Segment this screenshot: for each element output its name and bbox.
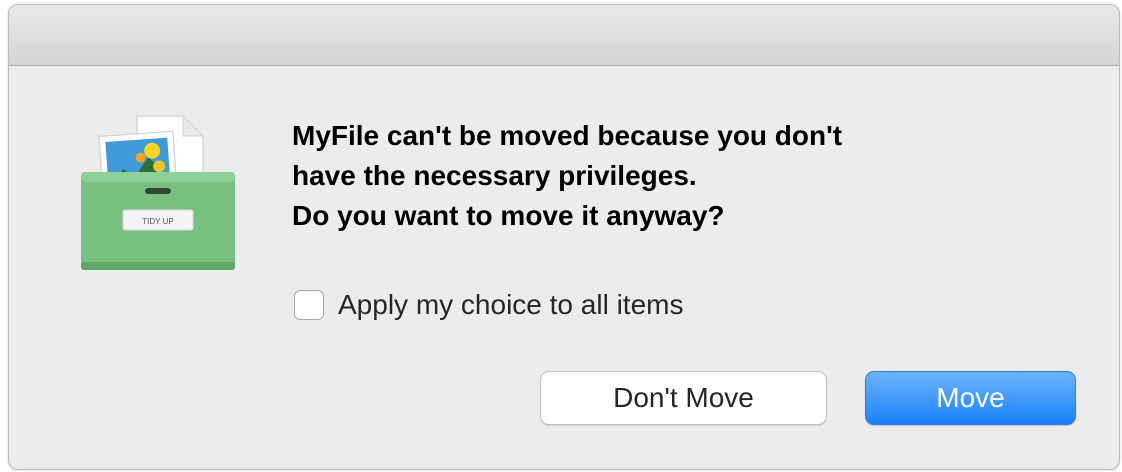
apply-to-all-label[interactable]: Apply my choice to all items (338, 289, 683, 321)
message-line-2: have the necessary privileges. (292, 160, 697, 191)
title-bar[interactable] (9, 5, 1119, 66)
icon-label-text: TIDY UP (142, 217, 173, 226)
apply-to-all-option[interactable]: Apply my choice to all items (294, 285, 683, 325)
apply-to-all-checkbox[interactable] (294, 290, 324, 320)
message-line-1: MyFile can't be moved because you don't (292, 120, 843, 151)
dont-move-button[interactable]: Don't Move (540, 371, 827, 425)
move-button[interactable]: Move (865, 371, 1076, 425)
alert-message: MyFile can't be moved because you don't … (292, 116, 1072, 236)
alert-dialog: TIDY UP MyFile can't be moved because yo… (8, 4, 1120, 470)
tidy-up-app-icon: TIDY UP (79, 112, 239, 274)
message-line-3: Do you want to move it anyway? (292, 200, 725, 231)
dialog-content: TIDY UP MyFile can't be moved because yo… (9, 66, 1119, 469)
